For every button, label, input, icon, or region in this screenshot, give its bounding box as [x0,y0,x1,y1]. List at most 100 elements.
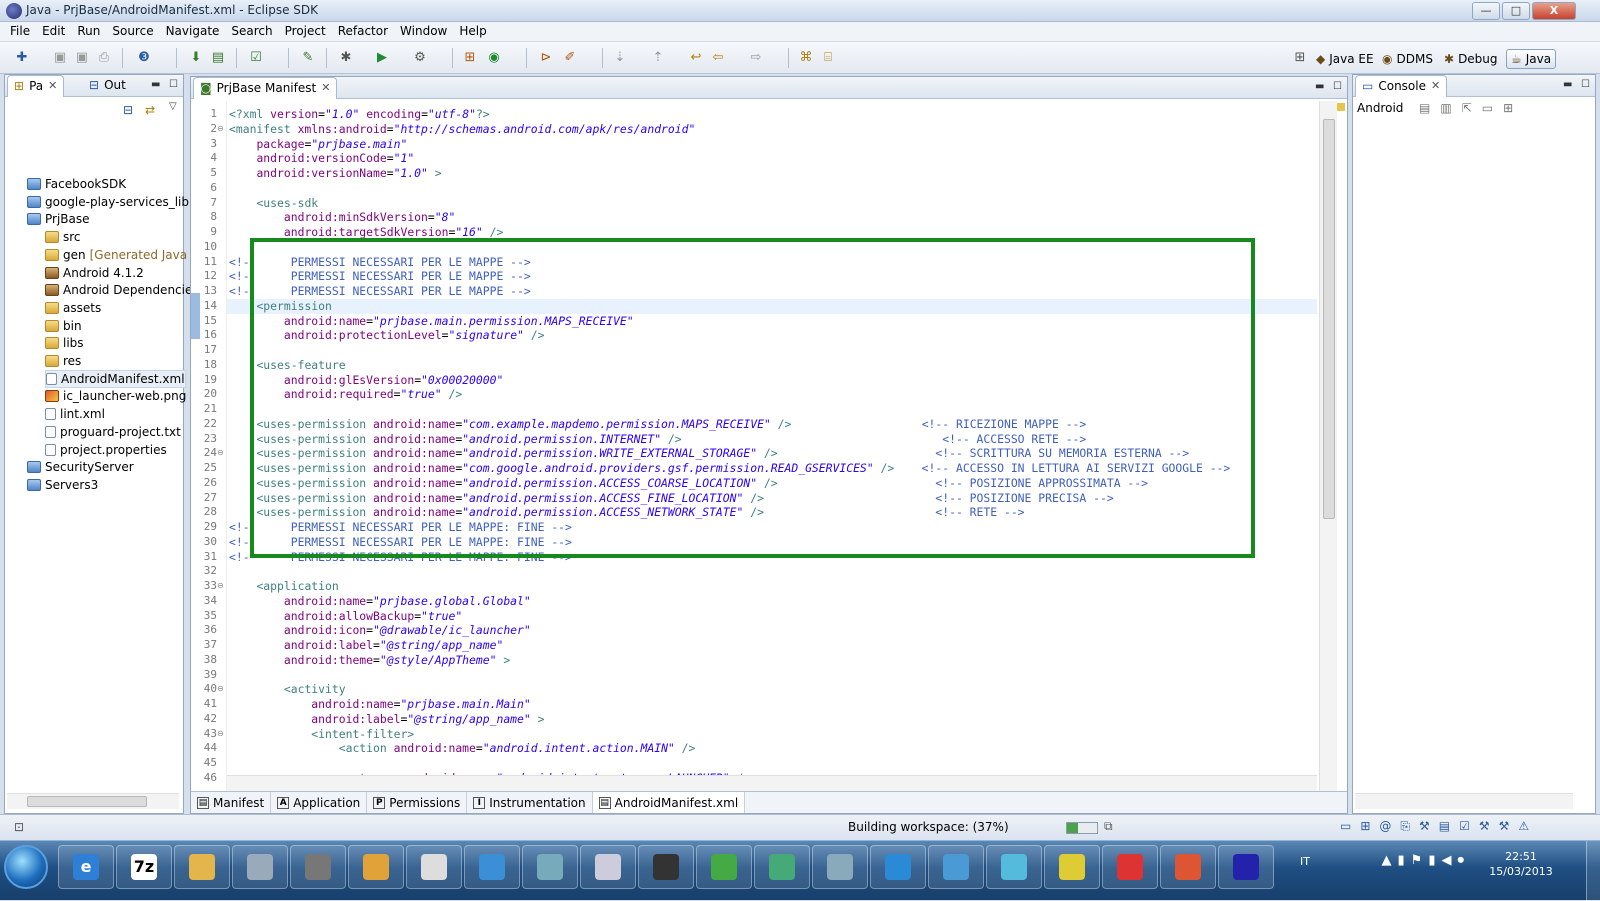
language-indicator[interactable]: IT [1300,855,1310,868]
tree-item[interactable]: Servers3 [27,476,98,494]
perspective-ddms[interactable]: ◉ DDMS [1378,49,1437,69]
tree-item[interactable]: assets [45,299,101,317]
menu-source[interactable]: Source [106,22,159,41]
minimize-view-icon[interactable]: ▬ [1563,79,1572,90]
menu-help[interactable]: Help [453,22,492,41]
code-line[interactable]: <!- PERMESSI NECESSARI PER LE MAPPE: FIN… [229,535,572,550]
link-with-editor-icon[interactable]: ⇄ [145,103,155,117]
code-line[interactable]: android:minSdkVersion="8" [229,210,455,225]
menu-edit[interactable]: Edit [36,22,71,41]
tree-item[interactable]: gen [Generated Java F [45,246,198,264]
fold-toggle-icon[interactable]: ⊖ [217,448,224,457]
code-line[interactable]: <!- PERMESSI NECESSARI PER LE MAPPE --> [229,284,531,299]
fold-toggle-icon[interactable]: ⊖ [217,581,224,590]
taskbar-app[interactable] [754,845,810,889]
tab-prjbase-manifest[interactable]: ◙ PrjBase Manifest ✕ [193,77,338,99]
code-line[interactable]: <uses-permission android:name="android.p… [229,476,1148,491]
tree-item[interactable]: project.properties [45,441,167,459]
taskbar-app[interactable] [232,845,288,889]
code-line[interactable]: android:label="@string/app_name" > [229,712,544,727]
editor-vertical-scrollbar[interactable] [1319,101,1337,791]
code-line[interactable]: <uses-permission android:name="android.p… [229,432,1086,447]
close-button[interactable]: X [1532,2,1576,20]
code-line[interactable]: android:theme="@style/AppTheme" > [229,653,510,668]
start-button[interactable] [4,845,48,889]
taskbar-app[interactable] [522,845,578,889]
perspective-java-ee[interactable]: ◆ Java EE [1312,49,1378,69]
taskbar-app[interactable] [174,845,230,889]
view-menu-icon[interactable]: ▽ [169,101,177,112]
avd-manager-icon[interactable]: ▤ [210,50,226,66]
code-line[interactable]: <!- PERMESSI NECESSARI PER LE MAPPE --> [229,269,531,284]
last-edit-icon[interactable]: ↩ [688,50,704,66]
code-line[interactable]: <uses-feature [229,358,345,373]
next-annotation-icon[interactable]: ⇣ [612,50,628,66]
code-line[interactable]: package="prjbase.main" [229,137,407,152]
taskbar-app[interactable] [870,845,926,889]
tree-item[interactable]: res [45,352,81,370]
code-line[interactable]: <application [229,579,338,594]
close-tab-icon[interactable]: ✕ [48,79,57,92]
code-line[interactable]: <!- PERMESSI NECESSARI PER LE MAPPE --> [229,255,531,270]
tab-package-explorer[interactable]: ⊞ Pa ✕ [7,75,65,97]
tree-item[interactable]: Android 4.1.2 [45,264,144,282]
code-line[interactable]: android:versionCode="1" [229,151,414,166]
code-line[interactable]: android:name="prjbase.main.Main" [229,697,530,712]
page-tab-androidmanifest-xml[interactable]: ▤ AndroidManifest.xml [592,792,746,813]
page-tab-manifest[interactable]: ▤ Manifest [191,792,272,813]
close-tab-icon[interactable]: ✕ [1431,79,1440,92]
taskbar-app[interactable] [1044,845,1100,889]
page-tab-instrumentation[interactable]: I Instrumentation [467,792,593,813]
console-horizontal-scrollbar[interactable] [1355,793,1573,809]
page-tab-application[interactable]: A Application [271,792,368,813]
close-tab-icon[interactable]: ✕ [321,81,330,94]
tree-item[interactable]: PrjBase [27,210,90,228]
code-line[interactable]: android:targetSdkVersion="16" /> [229,225,503,240]
fast-view-icon[interactable]: ⊡ [14,820,24,834]
save-all-icon[interactable]: ▣ [74,50,90,66]
show-desktop-button[interactable] [1586,841,1600,901]
back-icon[interactable]: ⇦ [710,50,726,66]
code-line[interactable]: android:required="true" /> [229,387,462,402]
code-line[interactable]: <!- PERMESSI NECESSARI PER LE MAPPE: FIN… [229,550,572,565]
tab-outline[interactable]: ⊟ Out [83,75,132,97]
editor-horizontal-scrollbar[interactable] [227,775,1317,791]
perspective-java[interactable]: ☕ Java [1506,49,1557,69]
taskbar-app[interactable] [1102,845,1158,889]
debug-icon[interactable]: ✱ [338,50,354,66]
code-line[interactable]: <uses-sdk [229,196,318,211]
code-line[interactable]: <manifest xmlns:android="http://schemas.… [229,122,695,137]
fold-toggle-icon[interactable]: ⊖ [217,124,224,133]
menu-search[interactable]: Search [225,22,278,41]
tree-item[interactable]: SecurityServer [27,458,134,476]
code-line[interactable]: <action android:name="android.intent.act… [229,741,696,756]
tree-item[interactable]: libs [45,334,84,352]
code-line[interactable]: <activity [229,682,346,697]
code-line[interactable]: android:glEsVersion="0x00020000" [229,373,503,388]
fold-toggle-icon[interactable]: ⊖ [217,729,224,738]
menu-navigate[interactable]: Navigate [160,22,226,41]
tree-item[interactable]: Android Dependencie [45,281,192,299]
run-icon[interactable]: ▶ [374,50,390,66]
tray-icons[interactable]: ▲▮⚑▮◀⏺ [1382,853,1470,868]
perspective-debug[interactable]: ✱ Debug [1440,49,1502,69]
new-android-project-icon[interactable]: ✎ [300,50,316,66]
code-line[interactable]: android:label="@string/app_name" [229,638,503,653]
code-line[interactable]: <uses-permission android:name="com.googl… [229,461,1230,476]
code-line[interactable]: <uses-permission android:name="android.p… [229,446,1189,461]
code-line[interactable]: <permission [229,299,331,314]
new-java-package-icon[interactable]: ⊞ [462,50,478,66]
forward-icon[interactable]: ⇨ [748,50,764,66]
taskbar-app[interactable] [1160,845,1216,889]
save-icon[interactable]: ▣ [52,50,68,66]
open-perspective-icon[interactable]: ⊞ [1292,50,1308,66]
menu-project[interactable]: Project [279,22,332,41]
print-icon[interactable]: ⎙ [96,50,112,66]
overview-warning-marker[interactable] [1337,103,1345,111]
maximize-view-icon[interactable]: ☐ [169,79,178,90]
menu-window[interactable]: Window [394,22,453,41]
menu-run[interactable]: Run [71,22,106,41]
tree-item[interactable]: FacebookSDK [27,175,126,193]
taskbar-app[interactable]: 7z [116,845,172,889]
code-line[interactable]: android:allowBackup="true" [229,609,462,624]
